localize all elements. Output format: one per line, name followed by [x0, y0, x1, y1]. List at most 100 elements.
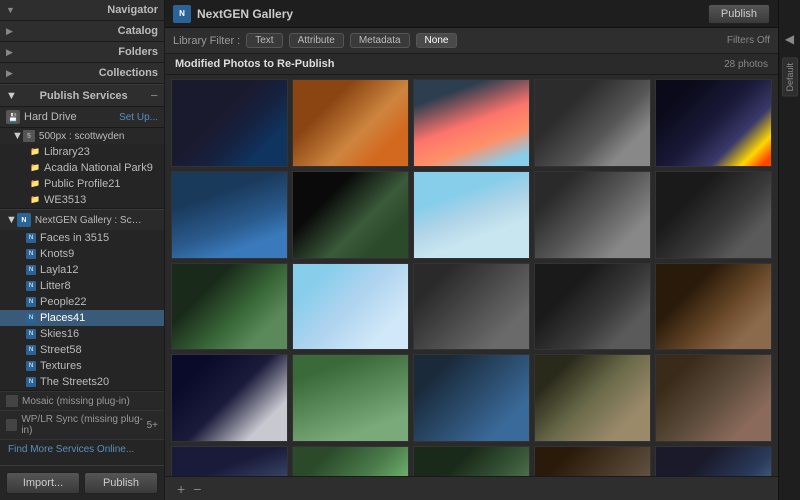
photo-grid: [171, 79, 772, 476]
500px-we35-label: WE35: [44, 194, 74, 206]
nextgen-faces-label: Faces in 35: [40, 232, 97, 244]
nextgen-layla-item[interactable]: N Layla 12: [0, 262, 164, 278]
ng-folder-icon-2: N: [26, 249, 36, 259]
collections-header[interactable]: ▶ Collections: [0, 63, 164, 84]
folder-icon: 📁: [30, 147, 40, 157]
nextgen-textures-label: Textures: [40, 360, 82, 372]
photo-thumb-1[interactable]: [171, 79, 288, 167]
mosaic-icon: [6, 395, 18, 407]
ng-folder-icon: N: [26, 233, 36, 243]
photo-thumb-8[interactable]: [413, 171, 530, 259]
nextgen-header[interactable]: ▼ N NextGEN Gallery : ScottWyde...: [0, 209, 164, 230]
set-up-button[interactable]: Set Up...: [119, 112, 158, 123]
nextgen-people-count: 22: [74, 296, 86, 308]
500px-library-item[interactable]: 📁 Library 23: [0, 144, 164, 160]
attribute-filter-button[interactable]: Attribute: [289, 33, 344, 48]
none-filter-button[interactable]: None: [416, 33, 458, 48]
photo-thumb-14[interactable]: [534, 263, 651, 351]
ng-folder-icon-5: N: [26, 297, 36, 307]
filter-label: Library Filter :: [173, 35, 240, 47]
photo-thumb-24[interactable]: [534, 446, 651, 476]
nextgen-group: ▼ N NextGEN Gallery : ScottWyde... N Fac…: [0, 209, 164, 391]
photo-grid-container[interactable]: [165, 75, 778, 476]
500px-acadia-count: 9: [147, 162, 153, 174]
publish-bottom-button[interactable]: Publish: [84, 472, 158, 494]
500px-we35-item[interactable]: 📁 WE35 13: [0, 192, 164, 208]
500px-header[interactable]: ▼ 5 500px : scottwyden: [0, 128, 164, 144]
nextgen-faces-count: 15: [97, 232, 109, 244]
nextgen-thestreets-label: The Streets: [40, 376, 97, 388]
nextgen-people-item[interactable]: N People 22: [0, 294, 164, 310]
nextgen-streets-item[interactable]: N The Streets 20: [0, 374, 164, 390]
publish-services-header[interactable]: ▼ Publish Services −: [0, 84, 164, 107]
text-filter-button[interactable]: Text: [246, 33, 282, 48]
navigator-header[interactable]: ▼ Navigator: [0, 0, 164, 21]
catalog-header[interactable]: ▶ Catalog: [0, 21, 164, 42]
500px-acadia-item[interactable]: 📁 Acadia National Park 9: [0, 160, 164, 176]
photo-thumb-20[interactable]: [655, 354, 772, 442]
500px-acadia-label: Acadia National Park: [44, 162, 147, 174]
default-panel-button[interactable]: Default: [782, 58, 798, 97]
publish-top-button[interactable]: Publish: [708, 4, 770, 24]
nextgen-textures-item[interactable]: N Textures: [0, 358, 164, 374]
top-bar: N NextGEN Gallery Publish: [165, 0, 778, 28]
ng-folder-icon-6: N: [26, 313, 36, 323]
photo-thumb-13[interactable]: [413, 263, 530, 351]
500px-library-count: 23: [78, 146, 90, 158]
nextgen-places-count: 41: [73, 312, 85, 324]
sidebar-bottom: Import... Publish: [0, 465, 164, 500]
nextgen-icon: N: [17, 213, 31, 227]
nextgen-places-item[interactable]: N Places 41: [0, 310, 164, 326]
remove-collection-button[interactable]: −: [189, 481, 205, 497]
nextgen-knots-item[interactable]: N Knots 9: [0, 246, 164, 262]
photo-thumb-16[interactable]: [171, 354, 288, 442]
mosaic-label: Mosaic (missing plug-in): [22, 396, 130, 407]
nextgen-street-label: Street: [40, 344, 69, 356]
photo-thumb-17[interactable]: [292, 354, 409, 442]
publish-services-minus[interactable]: −: [150, 89, 158, 102]
photo-thumb-6[interactable]: [171, 171, 288, 259]
photo-thumb-7[interactable]: [292, 171, 409, 259]
photo-thumb-21[interactable]: [171, 446, 288, 476]
mosaic-plugin-item[interactable]: Mosaic (missing plug-in): [0, 391, 164, 410]
nextgen-faces-item[interactable]: N Faces in 35 15: [0, 230, 164, 246]
photo-thumb-3[interactable]: [413, 79, 530, 167]
nextgen-people-label: People: [40, 296, 74, 308]
photo-thumb-23[interactable]: [413, 446, 530, 476]
photo-thumb-4[interactable]: [534, 79, 651, 167]
collections-label: Collections: [99, 67, 158, 79]
nextgen-litter-item[interactable]: N Litter 8: [0, 278, 164, 294]
photo-thumb-18[interactable]: [413, 354, 530, 442]
photo-count: 28 photos: [724, 59, 768, 70]
500px-profile-label: Public Profile: [44, 178, 108, 190]
folders-header[interactable]: ▶ Folders: [0, 42, 164, 63]
photo-thumb-25[interactable]: [655, 446, 772, 476]
hard-drive-group: 💾 Hard Drive Set Up...: [0, 107, 164, 128]
wplr-plugin-item[interactable]: WP/LR Sync (missing plug-in) 5+: [0, 410, 164, 439]
folder-icon-4: 📁: [30, 195, 40, 205]
folder-icon-2: 📁: [30, 163, 40, 173]
add-collection-button[interactable]: +: [173, 481, 189, 497]
photo-thumb-12[interactable]: [292, 263, 409, 351]
photo-thumb-2[interactable]: [292, 79, 409, 167]
import-button[interactable]: Import...: [6, 472, 80, 494]
nextgen-street-item[interactable]: N Street 58: [0, 342, 164, 358]
photo-thumb-15[interactable]: [655, 263, 772, 351]
app-title: NextGEN Gallery: [197, 7, 708, 21]
find-more-link[interactable]: Find More Services Online...: [0, 439, 164, 459]
photo-thumb-22[interactable]: [292, 446, 409, 476]
photo-thumb-10[interactable]: [655, 171, 772, 259]
publish-services-label: Publish Services: [40, 90, 128, 102]
nextgen-skies-item[interactable]: N Skies 16: [0, 326, 164, 342]
folders-label: Folders: [118, 46, 158, 58]
folders-arrow: ▶: [6, 47, 13, 58]
metadata-filter-button[interactable]: Metadata: [350, 33, 410, 48]
right-panel-collapse-arrow[interactable]: ◀: [783, 30, 796, 48]
photo-thumb-19[interactable]: [534, 354, 651, 442]
wplr-label: WP/LR Sync (missing plug-in): [21, 414, 146, 436]
photo-thumb-11[interactable]: [171, 263, 288, 351]
500px-profile-item[interactable]: 📁 Public Profile 21: [0, 176, 164, 192]
photo-thumb-5[interactable]: [655, 79, 772, 167]
photo-thumb-9[interactable]: [534, 171, 651, 259]
hard-drive-header[interactable]: 💾 Hard Drive Set Up...: [0, 107, 164, 127]
